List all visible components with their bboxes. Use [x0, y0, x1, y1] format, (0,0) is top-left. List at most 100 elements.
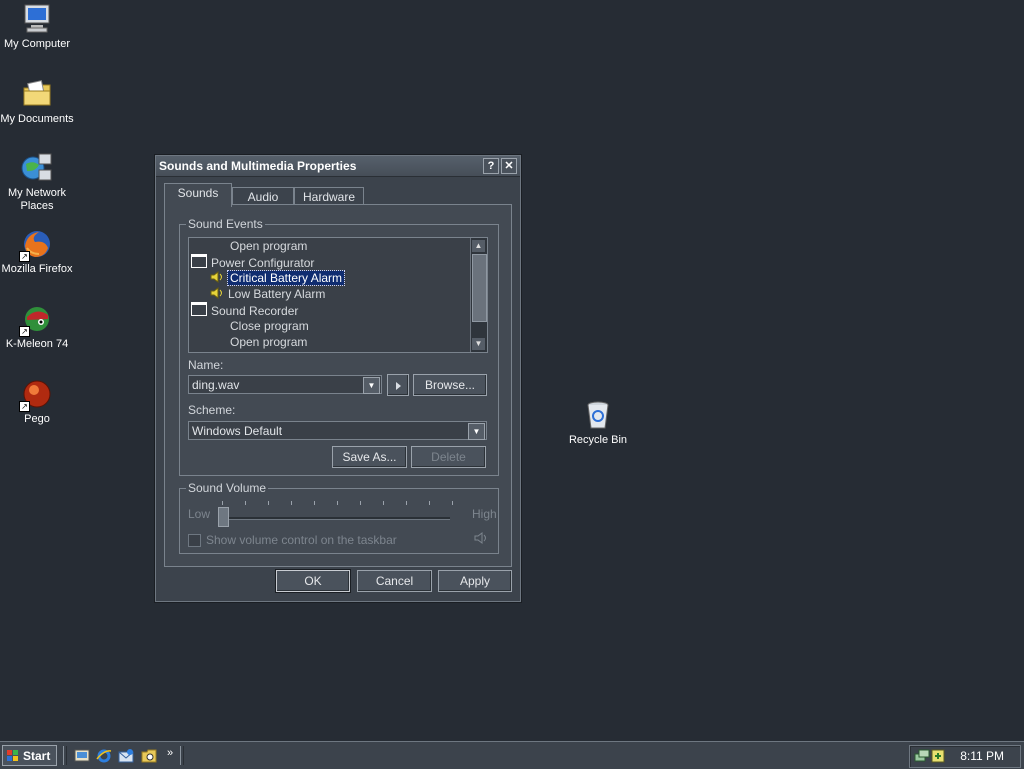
- list-item[interactable]: Sound Recorder: [191, 302, 298, 318]
- list-item[interactable]: Critical Battery Alarm: [210, 270, 346, 287]
- shortcut-arrow-icon: ↗: [19, 326, 30, 337]
- name-value: ding.wav: [192, 378, 240, 392]
- speaker-icon: [210, 270, 224, 287]
- shortcut-arrow-icon: ↗: [19, 251, 30, 262]
- sound-volume-legend: Sound Volume: [186, 481, 269, 495]
- start-button[interactable]: Start: [2, 745, 57, 766]
- list-item-label: Open program: [230, 335, 308, 349]
- taskbar-clock[interactable]: 8:11 PM: [960, 749, 1004, 763]
- name-label: Name:: [188, 358, 224, 372]
- cancel-button[interactable]: Cancel: [357, 570, 432, 592]
- close-button[interactable]: ✕: [501, 158, 517, 174]
- slider-tick: [245, 501, 246, 505]
- sound-events-group: Sound Events Open program Power Configur…: [179, 217, 499, 476]
- desktop-icon-label: My Documents: [0, 113, 74, 125]
- network-globe-icon: [21, 152, 53, 184]
- delete-button[interactable]: Delete: [411, 446, 486, 468]
- slider-tick: [291, 501, 292, 505]
- sound-volume-group: Sound Volume Low High Show volume contro…: [179, 481, 499, 554]
- computer-icon: [21, 3, 53, 35]
- slider-thumb[interactable]: [218, 507, 229, 527]
- list-item[interactable]: Power Configurator: [191, 254, 314, 270]
- play-sound-button[interactable]: [387, 374, 409, 396]
- list-item-label: Open program: [230, 239, 308, 253]
- chevron-down-icon[interactable]: ▼: [363, 377, 380, 394]
- start-label: Start: [23, 749, 51, 763]
- list-item[interactable]: Close program: [230, 318, 309, 334]
- sound-events-list[interactable]: Open program Power Configurator Critical…: [188, 237, 488, 353]
- scheme-value: Windows Default: [192, 424, 283, 438]
- show-volume-checkbox[interactable]: [188, 534, 201, 547]
- save-as-button[interactable]: Save As...: [332, 446, 407, 468]
- sound-events-legend: Sound Events: [186, 217, 265, 231]
- desktop-icon-label: Mozilla Firefox: [1, 263, 73, 275]
- tab-sounds[interactable]: Sounds: [164, 183, 232, 207]
- show-desktop-icon[interactable]: [74, 748, 90, 764]
- volume-low-label: Low: [188, 507, 211, 521]
- scroll-up-arrow-icon[interactable]: ▲: [472, 240, 485, 252]
- power-plug-tray-icon[interactable]: [930, 748, 946, 764]
- firefox-icon: ↗: [19, 228, 53, 262]
- scheme-dropdown[interactable]: Windows Default ▼: [188, 421, 487, 440]
- show-volume-checkbox-label: Show volume control on the taskbar: [206, 533, 397, 547]
- system-tray: 8:11 PM: [909, 745, 1021, 768]
- list-item-label: Critical Battery Alarm: [226, 270, 346, 286]
- list-item[interactable]: Open program: [230, 238, 307, 254]
- desktop-icon-my-documents[interactable]: My Documents: [0, 78, 74, 126]
- taskbar: Start » 8:11 PM: [0, 741, 1024, 769]
- vertical-scrollbar[interactable]: ▲ ▼: [470, 238, 487, 352]
- slider-tick: [314, 501, 315, 505]
- windows-logo-icon: [7, 750, 18, 761]
- name-dropdown[interactable]: ding.wav ▼: [188, 375, 382, 394]
- slider-tick: [452, 501, 453, 505]
- desktop-icon-mozilla-firefox[interactable]: ↗ Mozilla Firefox: [0, 228, 74, 276]
- quick-launch-divider: [63, 746, 67, 765]
- slider-tick: [383, 501, 384, 505]
- desktop-icon-recycle-bin[interactable]: Recycle Bin: [561, 399, 635, 447]
- taskbar-divider: [180, 746, 184, 765]
- outlook-express-icon[interactable]: [118, 748, 134, 764]
- explorer-search-icon[interactable]: [141, 748, 157, 764]
- volume-high-label: High: [472, 507, 497, 521]
- help-button[interactable]: ?: [483, 158, 499, 174]
- list-item-label: Close program: [230, 319, 309, 333]
- network-tray-icon[interactable]: [914, 748, 930, 764]
- desktop-icon-label: Pego: [24, 413, 50, 425]
- title-bar[interactable]: Sounds and Multimedia Properties ? ✕: [156, 156, 520, 177]
- sounds-tab-panel: Sound Events Open program Power Configur…: [164, 204, 512, 567]
- apply-button[interactable]: Apply: [438, 570, 512, 592]
- list-item[interactable]: Low Battery Alarm: [210, 286, 325, 302]
- desktop-icon-label: My Network Places: [7, 187, 67, 212]
- slider-tick: [268, 501, 269, 505]
- browse-button[interactable]: Browse...: [413, 374, 487, 396]
- dialog-title: Sounds and Multimedia Properties: [159, 159, 357, 173]
- chevron-down-icon[interactable]: ▼: [468, 423, 485, 440]
- scroll-down-arrow-icon[interactable]: ▼: [472, 338, 485, 350]
- list-item-label: Sound Recorder: [211, 304, 299, 318]
- recycle-bin-icon: [582, 399, 614, 431]
- list-item[interactable]: Open program: [230, 334, 307, 350]
- slider-track: [218, 517, 450, 520]
- window-icon: [191, 254, 207, 268]
- desktop-icon-my-computer[interactable]: My Computer: [0, 3, 74, 51]
- desktop-icon-k-meleon[interactable]: ↗ K-Meleon 74: [0, 303, 74, 351]
- speaker-icon: [210, 286, 224, 303]
- scheme-label: Scheme:: [188, 403, 236, 417]
- speaker-volume-icon[interactable]: [474, 531, 488, 548]
- list-item-label: Power Configurator: [211, 256, 315, 270]
- play-icon: [395, 381, 401, 390]
- window-icon: [191, 302, 207, 316]
- documents-folder-icon: [21, 78, 53, 110]
- shortcut-arrow-icon: ↗: [19, 401, 30, 412]
- slider-tick: [406, 501, 407, 505]
- ok-button[interactable]: OK: [275, 569, 351, 593]
- list-item-label: Low Battery Alarm: [228, 287, 326, 301]
- desktop-icon-pego[interactable]: ↗ Pego: [0, 378, 74, 426]
- slider-tick: [360, 501, 361, 505]
- quick-launch-overflow-chevron[interactable]: »: [167, 747, 173, 759]
- desktop-icon-my-network-places[interactable]: My Network Places: [0, 152, 74, 213]
- slider-tick: [222, 501, 223, 505]
- k-meleon-icon: ↗: [19, 303, 53, 337]
- scroll-thumb[interactable]: [472, 254, 487, 322]
- internet-explorer-icon[interactable]: [96, 748, 112, 764]
